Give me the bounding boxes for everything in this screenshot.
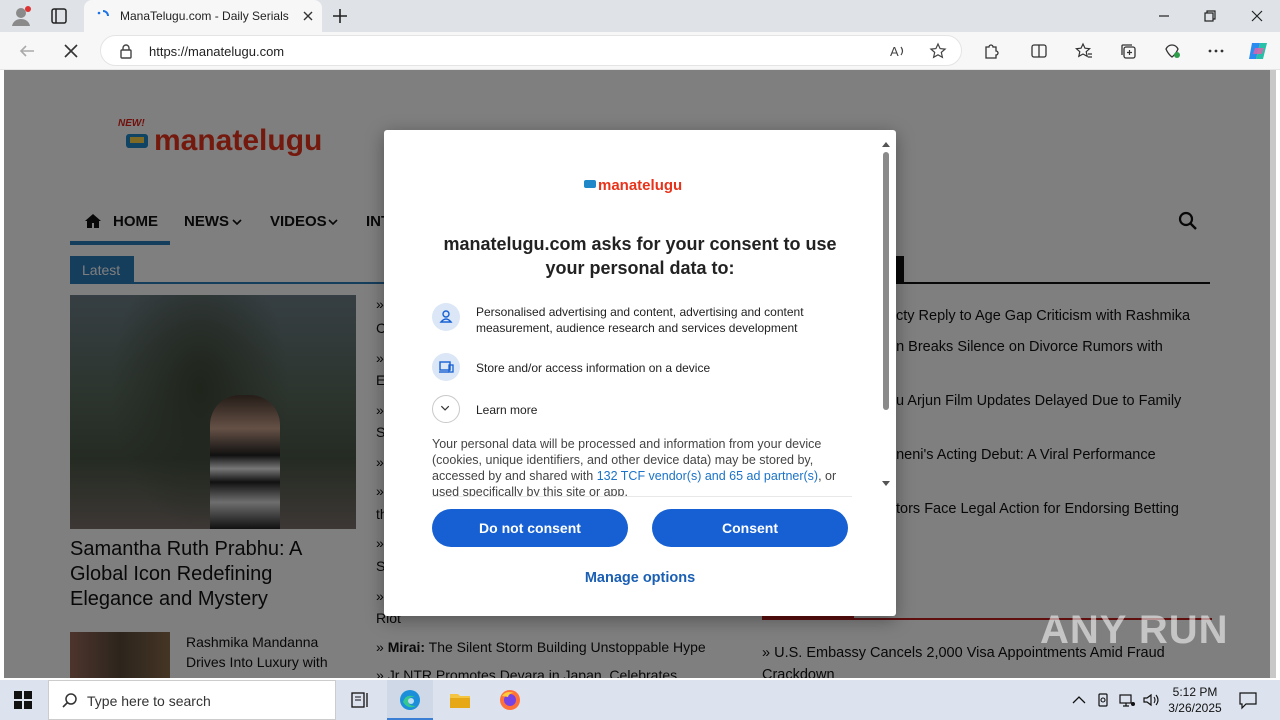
clock-date: 3/26/2025 bbox=[1168, 701, 1222, 715]
back-icon[interactable] bbox=[18, 42, 36, 60]
scroll-up-icon[interactable] bbox=[881, 140, 891, 148]
close-window-icon[interactable] bbox=[1249, 8, 1265, 24]
purpose-advertising: Personalised advertising and content, ad… bbox=[476, 305, 804, 335]
edge-icon bbox=[400, 690, 420, 710]
minimize-icon[interactable] bbox=[1156, 8, 1172, 24]
notifications-icon[interactable] bbox=[1238, 690, 1258, 710]
extensions-icon[interactable] bbox=[982, 42, 1000, 60]
browser-essentials-icon[interactable] bbox=[1163, 42, 1181, 60]
consent-button[interactable]: Consent bbox=[652, 509, 848, 547]
person-icon bbox=[432, 303, 460, 331]
firefox-icon bbox=[500, 690, 520, 710]
page-scrollbar[interactable] bbox=[1270, 70, 1276, 678]
stop-loading-icon[interactable] bbox=[62, 42, 80, 60]
system-clock[interactable]: 5:12 PM 3/26/2025 bbox=[1162, 684, 1228, 716]
volume-icon[interactable] bbox=[1142, 691, 1160, 709]
tab-actions-icon[interactable] bbox=[50, 7, 68, 25]
address-bar[interactable]: https://manatelugu.com A bbox=[100, 35, 962, 66]
consent-dialog: manatelugu manatelugu.com asks for your … bbox=[384, 130, 896, 616]
loading-icon bbox=[97, 10, 109, 17]
clock-time: 5:12 PM bbox=[1172, 685, 1218, 699]
task-view-icon bbox=[351, 692, 368, 708]
toolbar: https://manatelugu.com A bbox=[0, 32, 1280, 70]
do-not-consent-button[interactable]: Do not consent bbox=[432, 509, 628, 547]
consent-description: Your personal data will be processed and… bbox=[432, 437, 837, 496]
learn-more-label[interactable]: Learn more bbox=[476, 402, 856, 418]
scroll-down-icon[interactable] bbox=[881, 480, 891, 488]
new-tab-icon[interactable] bbox=[330, 6, 350, 26]
url-text[interactable]: https://manatelugu.com bbox=[149, 44, 284, 59]
chevron-up-icon[interactable] bbox=[1070, 691, 1088, 709]
collections-icon[interactable] bbox=[1119, 42, 1137, 60]
device-tray-icon[interactable] bbox=[1094, 691, 1112, 709]
profile-icon[interactable] bbox=[10, 5, 32, 27]
taskbar-search[interactable]: Type here to search bbox=[48, 680, 336, 720]
tab-active[interactable]: ManaTelugu.com - Daily Serials | bbox=[84, 0, 322, 32]
lock-icon[interactable] bbox=[119, 43, 133, 59]
taskbar-firefox[interactable] bbox=[486, 680, 532, 720]
taskbar-edge[interactable] bbox=[387, 680, 433, 720]
dialog-scrollbar-thumb[interactable] bbox=[883, 152, 889, 410]
network-icon[interactable] bbox=[1118, 691, 1136, 709]
taskbar: Type here to search 5:12 PM 3/26/2025 bbox=[0, 680, 1280, 720]
more-options-icon[interactable] bbox=[1207, 42, 1225, 60]
tab-title: ManaTelugu.com - Daily Serials | bbox=[120, 9, 290, 23]
chevron-down-icon bbox=[440, 405, 450, 411]
svg-text:A: A bbox=[890, 44, 899, 59]
task-view-button[interactable] bbox=[337, 680, 383, 720]
taskbar-search-placeholder: Type here to search bbox=[87, 693, 211, 709]
purpose-storage: Store and/or access information on a dev… bbox=[476, 361, 711, 375]
consent-logo: manatelugu bbox=[584, 177, 682, 194]
restore-icon[interactable] bbox=[1202, 8, 1218, 24]
description-divider bbox=[432, 496, 852, 497]
taskbar-file-explorer[interactable] bbox=[437, 680, 483, 720]
split-screen-icon[interactable] bbox=[1030, 42, 1048, 60]
favorites-icon[interactable] bbox=[1075, 42, 1093, 60]
tab-strip: ManaTelugu.com - Daily Serials | bbox=[0, 0, 1280, 32]
search-icon bbox=[62, 693, 77, 708]
read-aloud-icon[interactable]: A bbox=[889, 42, 907, 60]
manage-options-link[interactable]: Manage options bbox=[384, 570, 896, 586]
close-tab-icon[interactable] bbox=[300, 8, 316, 24]
learn-more-toggle[interactable] bbox=[432, 395, 460, 423]
svg-text:manatelugu: manatelugu bbox=[598, 177, 682, 194]
vendors-link[interactable]: 132 TCF vendor(s) and 65 ad partner(s) bbox=[597, 469, 818, 483]
favorite-star-icon[interactable] bbox=[929, 42, 947, 60]
device-icon bbox=[432, 353, 460, 381]
folder-icon bbox=[450, 694, 470, 708]
watermark: ANY RUN bbox=[1040, 608, 1229, 652]
windows-start-icon[interactable] bbox=[14, 691, 32, 709]
consent-title: manatelugu.com asks for your consent to … bbox=[443, 234, 837, 278]
copilot-icon[interactable] bbox=[1246, 39, 1270, 63]
